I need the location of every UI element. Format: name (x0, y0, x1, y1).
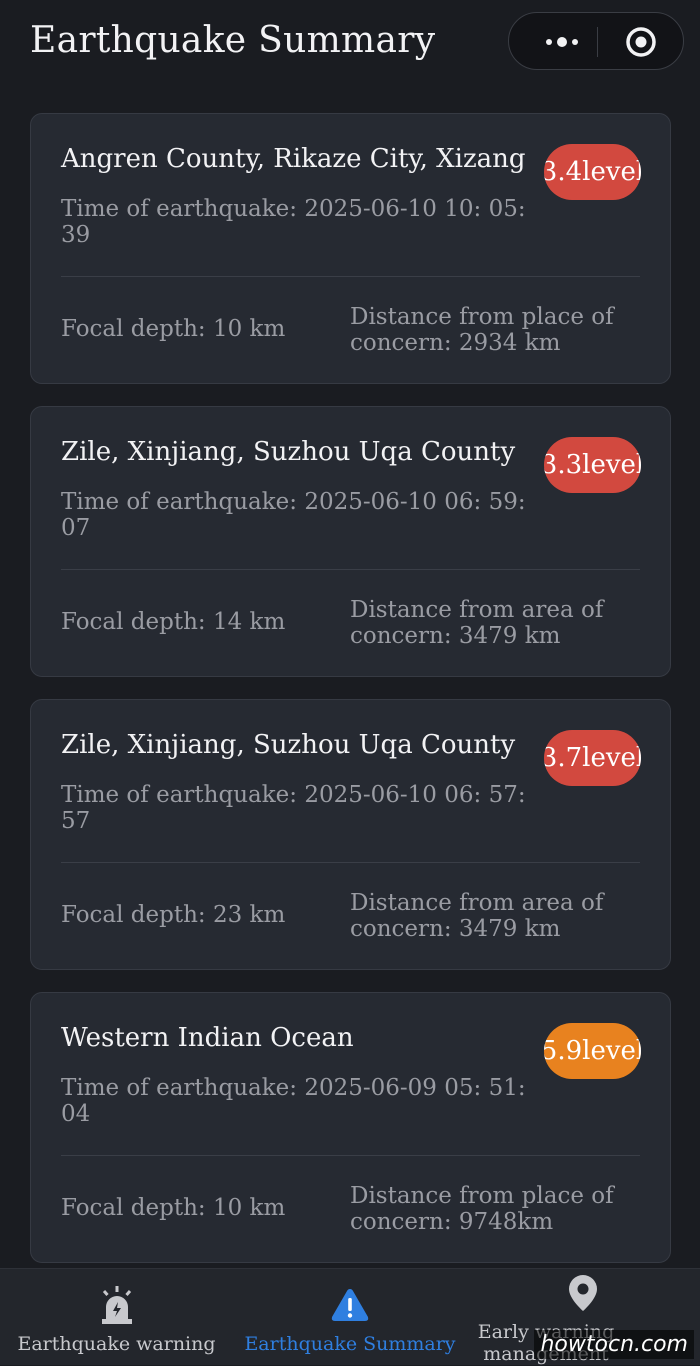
nav-bar: Earthquake Summary (0, 0, 700, 90)
tab-label: Earthquake warning (0, 1333, 233, 1355)
tab-earthquake-warning[interactable]: Earthquake warning (0, 1269, 233, 1366)
quake-location: Angren County, Rikaze City, Xizang (61, 144, 531, 174)
magnitude-badge: 5.9level (544, 1023, 641, 1079)
mini-program-capsule (508, 12, 684, 70)
quake-time: Time of earthquake: 2025-06-10 06: 57: 5… (61, 782, 531, 834)
magnitude-badge: 3.4level (544, 144, 641, 200)
card-divider (61, 1155, 640, 1156)
magnitude-badge: 3.7level (544, 730, 641, 786)
quake-location: Zile, Xinjiang, Suzhou Uqa County (61, 730, 531, 760)
quake-card[interactable]: Zile, Xinjiang, Suzhou Uqa County 3.7lev… (30, 699, 671, 970)
quake-location: Zile, Xinjiang, Suzhou Uqa County (61, 437, 531, 467)
distance-from-concern: Distance from place of concern: 2934 km (350, 304, 640, 356)
capsule-divider (597, 27, 598, 57)
card-divider (61, 862, 640, 863)
warning-icon (330, 1287, 370, 1323)
tab-earthquake-summary[interactable]: Earthquake Summary (233, 1269, 467, 1366)
focal-depth: Focal depth: 10 km (61, 1195, 285, 1221)
tab-label: Earthquake Summary (233, 1333, 467, 1355)
quake-card[interactable]: Zile, Xinjiang, Suzhou Uqa County 3.3lev… (30, 406, 671, 677)
focal-depth: Focal depth: 14 km (61, 609, 285, 635)
quake-card[interactable]: Western Indian Ocean 5.9level Time of ea… (30, 992, 671, 1263)
quake-time: Time of earthquake: 2025-06-10 10: 05: 3… (61, 196, 531, 248)
quake-time: Time of earthquake: 2025-06-10 06: 59: 0… (61, 489, 531, 541)
magnitude-badge: 3.3level (544, 437, 641, 493)
location-pin-icon (565, 1273, 601, 1313)
more-icon[interactable] (527, 13, 597, 71)
distance-from-concern: Distance from place of concern: 9748km (350, 1183, 640, 1235)
focal-depth: Focal depth: 10 km (61, 316, 285, 342)
close-target-icon[interactable] (625, 26, 657, 58)
page-title: Earthquake Summary (30, 20, 435, 61)
card-divider (61, 276, 640, 277)
focal-depth: Focal depth: 23 km (61, 902, 285, 928)
watermark: howtocn.com (534, 1330, 694, 1359)
quake-location: Western Indian Ocean (61, 1023, 531, 1053)
quake-card[interactable]: Angren County, Rikaze City, Xizang 3.4le… (30, 113, 671, 384)
alarm-icon (97, 1285, 137, 1325)
quake-time: Time of earthquake: 2025-06-09 05: 51: 0… (61, 1075, 531, 1127)
card-divider (61, 569, 640, 570)
distance-from-concern: Distance from area of concern: 3479 km (350, 890, 640, 942)
distance-from-concern: Distance from area of concern: 3479 km (350, 597, 640, 649)
